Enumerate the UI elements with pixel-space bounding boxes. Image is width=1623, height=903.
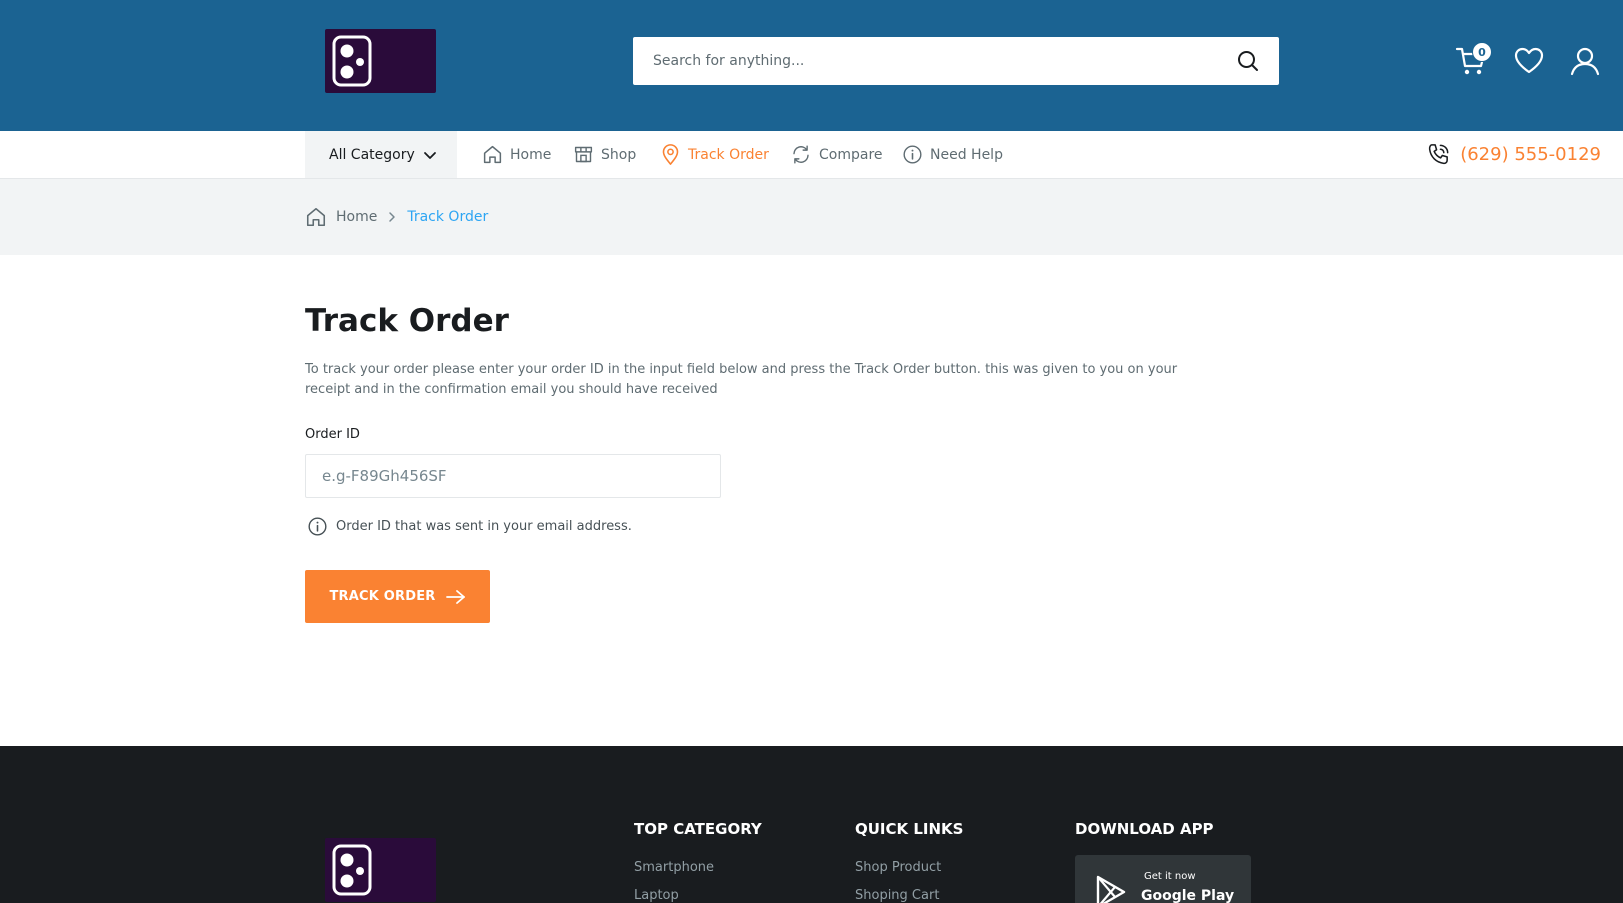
nav-item-home[interactable]: Home	[482, 131, 551, 178]
info-icon	[903, 145, 922, 164]
compare-arrows-icon	[793, 145, 809, 164]
nav-item-label: Shop	[601, 146, 637, 163]
map-pin-icon	[662, 144, 679, 165]
footer-top-category: TOP CATEGORY Smartphone Laptop	[634, 820, 762, 903]
nav-item-label: Need Help	[930, 146, 1003, 163]
all-category-dropdown[interactable]: All Category	[305, 131, 457, 178]
footer-link[interactable]: Laptop	[634, 888, 762, 903]
footer-link[interactable]: Smartphone	[634, 860, 762, 875]
app-button-small-text: Get it now	[1144, 871, 1196, 882]
nav-item-compare[interactable]: Compare	[790, 131, 883, 178]
search-input[interactable]	[633, 37, 1233, 85]
footer-heading: TOP CATEGORY	[634, 820, 762, 838]
main-nav: All Category Home Shop Track Order Compa…	[0, 131, 1623, 179]
cart-count-badge: 0	[1472, 42, 1492, 62]
breadcrumb-home-link[interactable]: Home	[336, 209, 377, 225]
track-order-button[interactable]: TRACK ORDER	[305, 570, 490, 623]
chevron-right-icon	[389, 212, 396, 222]
chevron-down-icon	[423, 151, 436, 159]
order-id-input[interactable]	[305, 454, 721, 498]
order-id-hint-text: Order ID that was sent in your email add…	[336, 519, 632, 534]
nav-item-need-help[interactable]: Need Help	[902, 131, 1003, 178]
track-order-button-label: TRACK ORDER	[329, 589, 436, 604]
top-header: 0	[0, 0, 1623, 131]
google-play-button[interactable]: Get it now Google Play	[1075, 855, 1251, 903]
phone-number-text: (629) 555-0129	[1460, 144, 1601, 165]
search-bar	[633, 37, 1279, 85]
phone-call-icon	[1429, 144, 1449, 165]
search-icon[interactable]	[1237, 50, 1259, 72]
nav-item-shop[interactable]: Shop	[573, 131, 636, 178]
footer-link[interactable]: Shop Product	[855, 860, 964, 875]
footer-heading: QUICK LINKS	[855, 820, 964, 838]
all-category-label: All Category	[329, 146, 415, 163]
breadcrumb-bar: Home Track Order	[0, 179, 1623, 255]
storefront-icon	[574, 146, 593, 163]
user-icon[interactable]	[1569, 45, 1601, 77]
logo[interactable]	[325, 29, 436, 93]
footer-link[interactable]: Shoping Cart	[855, 888, 964, 903]
breadcrumb-current: Track Order	[407, 209, 489, 225]
footer-quick-links: QUICK LINKS Shop Product Shoping Cart	[855, 820, 964, 903]
home-icon	[306, 207, 326, 227]
arrow-right-icon	[445, 589, 465, 604]
logo-icon	[332, 844, 372, 896]
nav-item-label: Compare	[819, 146, 883, 163]
footer-logo[interactable]	[325, 838, 436, 902]
nav-item-label: Home	[510, 146, 552, 163]
heart-icon[interactable]	[1513, 45, 1545, 77]
home-icon	[483, 145, 502, 164]
logo-icon	[332, 35, 372, 87]
info-icon	[308, 517, 327, 536]
site-footer: TOP CATEGORY Smartphone Laptop QUICK LIN…	[0, 746, 1623, 903]
footer-heading: DOWNLOAD APP	[1075, 820, 1214, 838]
phone-number[interactable]: (629) 555-0129	[1426, 131, 1601, 178]
order-id-label: Order ID	[305, 427, 360, 442]
nav-item-track-order[interactable]: Track Order	[660, 131, 769, 178]
breadcrumb: Home Track Order	[305, 179, 488, 255]
nav-item-label: Track Order	[688, 146, 769, 163]
page-description: To track your order please enter your or…	[305, 362, 1178, 397]
google-play-icon	[1096, 875, 1126, 903]
app-button-store-name: Google Play	[1141, 888, 1235, 903]
page-title: Track Order	[305, 303, 509, 339]
order-id-hint: Order ID that was sent in your email add…	[307, 516, 632, 537]
footer-download-app: DOWNLOAD APP	[1075, 820, 1214, 838]
